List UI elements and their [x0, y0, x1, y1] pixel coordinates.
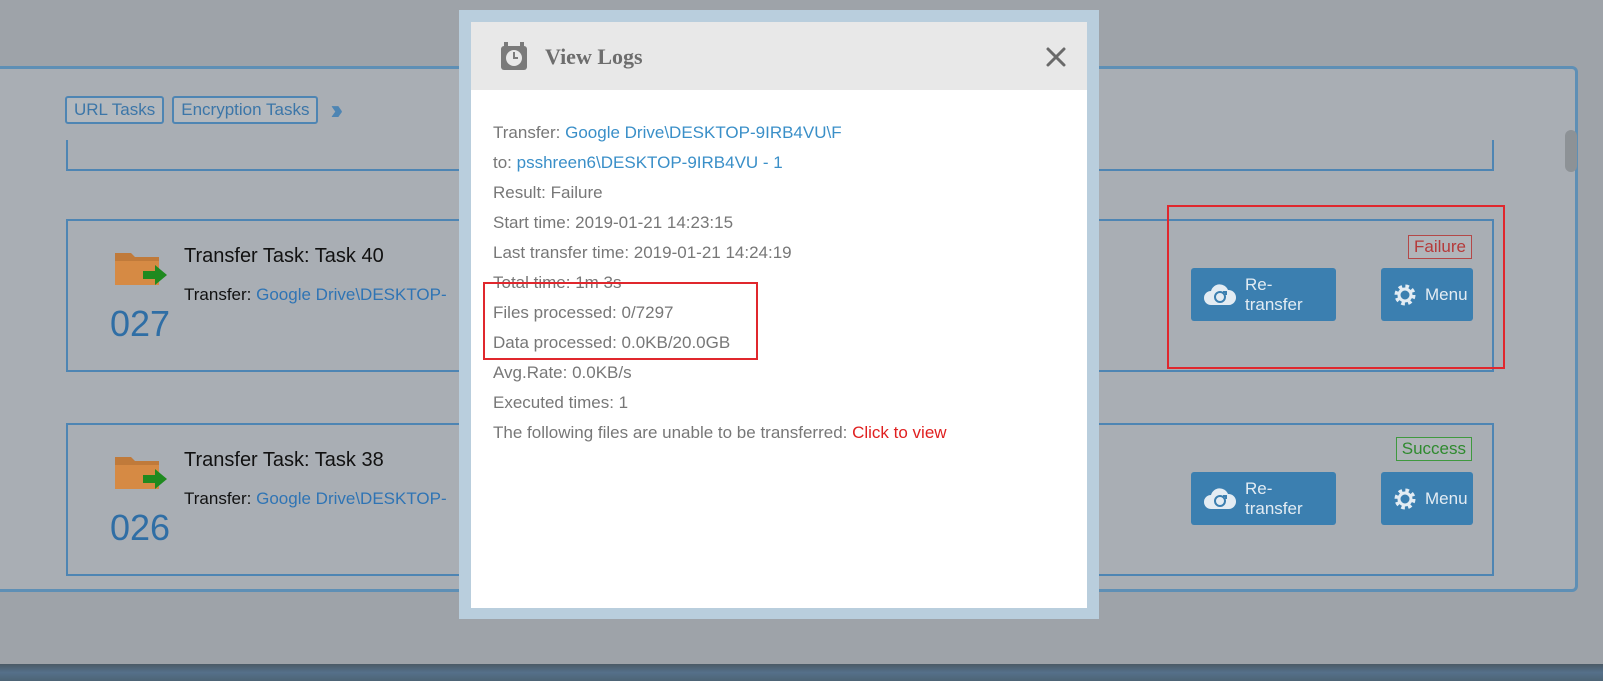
- folder-transfer-icon: [115, 457, 167, 489]
- gear-icon: [1394, 488, 1416, 509]
- retransfer-button[interactable]: Re-transfer: [1191, 472, 1336, 525]
- close-icon[interactable]: [1045, 46, 1067, 68]
- transfer-source-link[interactable]: Google Drive\DESKTOP-: [256, 489, 447, 508]
- task-tabs: URL Tasks Encryption Tasks ››: [65, 96, 343, 124]
- bottom-strip: [0, 664, 1603, 681]
- highlight-box-processed: [483, 282, 758, 360]
- menu-button[interactable]: Menu: [1381, 472, 1473, 525]
- click-to-view-link[interactable]: Click to view: [852, 423, 946, 442]
- log-destination-link[interactable]: psshreen6\DESKTOP-9IRB4VU - 1: [517, 153, 783, 172]
- tab-encryption-tasks[interactable]: Encryption Tasks: [172, 96, 319, 124]
- task-transfer-line: Transfer: Google Drive\DESKTOP-: [184, 285, 447, 305]
- log-executed-times: Executed times: 1: [493, 393, 629, 412]
- log-last-transfer-time: Last transfer time: 2019-01-21 14:24:19: [493, 243, 792, 262]
- log-unable-files: The following files are unable to be tra…: [493, 418, 947, 448]
- transfer-label: Transfer:: [184, 489, 252, 508]
- task-number: 026: [110, 507, 171, 548]
- scrollbar-thumb[interactable]: [1565, 130, 1577, 172]
- status-badge-success: Success: [1395, 437, 1472, 461]
- transfer-label: Transfer:: [184, 285, 252, 304]
- log-start-time: Start time: 2019-01-21 14:23:15: [493, 213, 734, 232]
- task-number: 027: [110, 303, 171, 344]
- log-destination: to: psshreen6\DESKTOP-9IRB4VU - 1: [493, 148, 947, 178]
- log-unable-label: The following files are unable to be tra…: [493, 423, 853, 442]
- retransfer-label: Re-transfer: [1245, 478, 1303, 518]
- log-avg-rate: Avg.Rate: 0.0KB/s: [493, 363, 632, 382]
- tab-url-tasks[interactable]: URL Tasks: [65, 96, 165, 124]
- transfer-source-link[interactable]: Google Drive\DESKTOP-: [256, 285, 447, 304]
- task-title: Transfer Task: Task 38: [184, 449, 384, 471]
- task-transfer-line: Transfer: Google Drive\DESKTOP-: [184, 489, 447, 509]
- log-transfer: Transfer: Google Drive\DESKTOP-9IRB4VU\F: [493, 118, 947, 148]
- log-transfer-label: Transfer:: [493, 123, 566, 142]
- cloud-sync-icon: [1204, 487, 1237, 509]
- dialog-header: View Logs: [471, 22, 1087, 90]
- folder-transfer-icon: [115, 253, 167, 285]
- clock-icon: [501, 42, 527, 70]
- log-transfer-source-link[interactable]: Google Drive\DESKTOP-9IRB4VU\F: [565, 123, 842, 142]
- double-chevron-right-icon[interactable]: ››: [330, 96, 342, 124]
- dialog-title: View Logs: [545, 44, 643, 69]
- log-to-label: to:: [493, 153, 517, 172]
- log-result: Result: Failure: [493, 183, 603, 202]
- task-title: Transfer Task: Task 40: [184, 245, 384, 267]
- menu-label: Menu: [1425, 488, 1468, 508]
- highlight-box-actions: [1167, 205, 1505, 369]
